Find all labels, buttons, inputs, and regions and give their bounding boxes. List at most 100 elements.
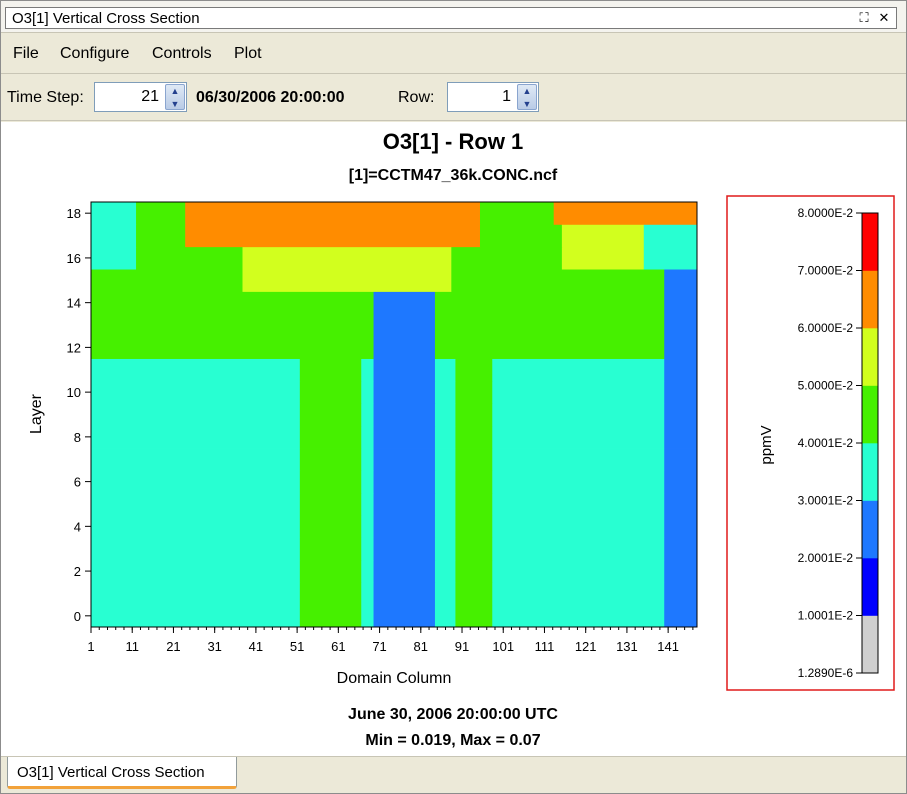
plot-canvas: O3[1] - Row 1 [1]=CCTM47_36k.CONC.ncf 11… — [28, 129, 895, 749]
heatmap-cell-run — [492, 604, 665, 628]
heatmap-cell-run — [91, 425, 301, 449]
heatmap-cell-run — [91, 403, 301, 427]
heatmap-cell-run — [434, 470, 456, 494]
y-tick-label: 2 — [74, 564, 81, 579]
heatmap-cell-run — [643, 246, 698, 270]
heatmap-cell-run — [91, 202, 137, 225]
legend-level-label: 3.0001E-2 — [798, 494, 854, 508]
menu-plot[interactable]: Plot — [234, 45, 262, 63]
heatmap-cell-run — [91, 559, 301, 583]
y-tick-label: 10 — [67, 385, 81, 400]
heatmap-cell-run — [299, 470, 362, 494]
legend-swatch — [862, 328, 878, 386]
heatmap-cell-run — [91, 336, 374, 359]
heatmap-cell-run — [455, 515, 493, 538]
heatmap-cell-run — [434, 604, 456, 628]
heatmap-cell-run — [373, 448, 436, 471]
row-label: Row: — [398, 89, 435, 106]
heatmap-cell-run — [561, 246, 645, 270]
x-axis: 1 11 21 31 41 51 61 71 81 91 101 111 121 131 141 — [87, 627, 694, 654]
heatmap-cell-run — [553, 202, 698, 225]
heatmap-cell-run — [373, 582, 436, 606]
y-tick-label: 18 — [67, 206, 81, 221]
tab-vertical-cross-section[interactable]: O3[1] Vertical Cross Section — [7, 757, 237, 789]
heatmap-cell-run — [361, 448, 374, 471]
heatmap-cell-run — [479, 202, 555, 225]
heatmap-cell-run — [455, 403, 493, 427]
tab-label: O3[1] Vertical Cross Section — [17, 764, 205, 781]
x-tick-label: 31 — [207, 639, 221, 654]
heatmap-cell-run — [664, 291, 698, 315]
heatmap-cell-run — [373, 313, 436, 337]
heatmap-cell-run — [434, 403, 456, 427]
x-tick-label: 1 — [87, 639, 94, 654]
spin-down-icon[interactable]: ▼ — [518, 98, 536, 110]
spin-up-icon[interactable]: ▲ — [518, 85, 536, 97]
y-tick-label: 6 — [74, 475, 81, 490]
heatmap-cell-run — [455, 492, 493, 516]
heatmap-cell-run — [664, 403, 698, 427]
x-tick-label: 101 — [492, 639, 514, 654]
current-datetime: 06/30/2006 20:00:00 — [196, 89, 345, 106]
time-step-spin-buttons[interactable]: ▲ ▼ — [165, 84, 185, 110]
menu-file[interactable]: File — [13, 45, 39, 63]
heatmap-cell-run — [91, 224, 137, 248]
heatmap-cell-run — [434, 582, 456, 606]
heatmap-cell-run — [91, 313, 374, 337]
heatmap-cell-run — [373, 515, 436, 538]
heatmap-cell-run — [299, 515, 362, 538]
time-step-input[interactable] — [97, 86, 161, 108]
heatmap-cell-run — [91, 515, 301, 538]
heatmap-cell-run — [361, 425, 374, 449]
heatmap-cell-run — [242, 246, 452, 270]
y-tick-label: 12 — [67, 340, 81, 355]
toolbar: Time Step: ▲ ▼ 06/30/2006 20:00:00 Row: … — [1, 75, 906, 121]
legend-level-label: 4.0001E-2 — [798, 436, 854, 450]
heatmap-cell-run — [361, 492, 374, 516]
legend-swatch — [862, 615, 878, 674]
heatmap-cells — [91, 202, 698, 628]
legend-level-label: 8.0000E-2 — [798, 206, 854, 220]
heatmap-cell-run — [136, 224, 186, 248]
heatmap-cell-run — [455, 358, 493, 382]
heatmap-cell-run — [664, 336, 698, 359]
heatmap-cell-run — [373, 470, 436, 494]
y-tick-label: 14 — [67, 296, 81, 311]
heatmap-cell-run — [373, 380, 436, 404]
heatmap-cell-run — [434, 448, 456, 471]
row-spinner[interactable]: ▲ ▼ — [447, 82, 539, 112]
heatmap-cell-run — [455, 537, 493, 561]
heatmap-cell-run — [361, 358, 374, 382]
heatmap-cell-run — [664, 492, 698, 516]
heatmap-cell-run — [361, 604, 374, 628]
heatmap-cell-run — [373, 358, 436, 382]
row-input[interactable] — [450, 86, 513, 108]
heatmap-cell-run — [299, 425, 362, 449]
maximize-icon[interactable]: ⛶ — [856, 10, 872, 26]
heatmap-cell-run — [664, 269, 698, 292]
heatmap-cell-run — [434, 380, 456, 404]
spin-down-icon[interactable]: ▼ — [166, 98, 184, 110]
x-tick-label: 121 — [575, 639, 597, 654]
legend-swatch — [862, 558, 878, 616]
menu-configure[interactable]: Configure — [60, 45, 129, 63]
plot-subtitle: [1]=CCTM47_36k.CONC.ncf — [349, 167, 558, 184]
legend-level-label: 5.0000E-2 — [798, 379, 854, 393]
heatmap-cell-run — [455, 425, 493, 449]
heatmap-cell-run — [299, 559, 362, 583]
heatmap-cell-run — [434, 358, 456, 382]
heatmap-cell-run — [91, 246, 137, 270]
x-tick-label: 51 — [290, 639, 304, 654]
spin-up-icon[interactable]: ▲ — [166, 85, 184, 97]
x-tick-label: 91 — [455, 639, 469, 654]
heatmap-cell-run — [361, 582, 374, 606]
close-icon[interactable]: ✕ — [876, 10, 892, 26]
heatmap-cell-run — [242, 269, 452, 292]
time-step-spinner[interactable]: ▲ ▼ — [94, 82, 187, 112]
title-bar: O3[1] Vertical Cross Section ⛶ ✕ — [1, 1, 906, 33]
row-spin-buttons[interactable]: ▲ ▼ — [517, 84, 537, 110]
heatmap-cell-run — [664, 448, 698, 471]
heatmap-cell-run — [361, 470, 374, 494]
heatmap-cell-run — [299, 604, 362, 628]
menu-controls[interactable]: Controls — [152, 45, 212, 63]
